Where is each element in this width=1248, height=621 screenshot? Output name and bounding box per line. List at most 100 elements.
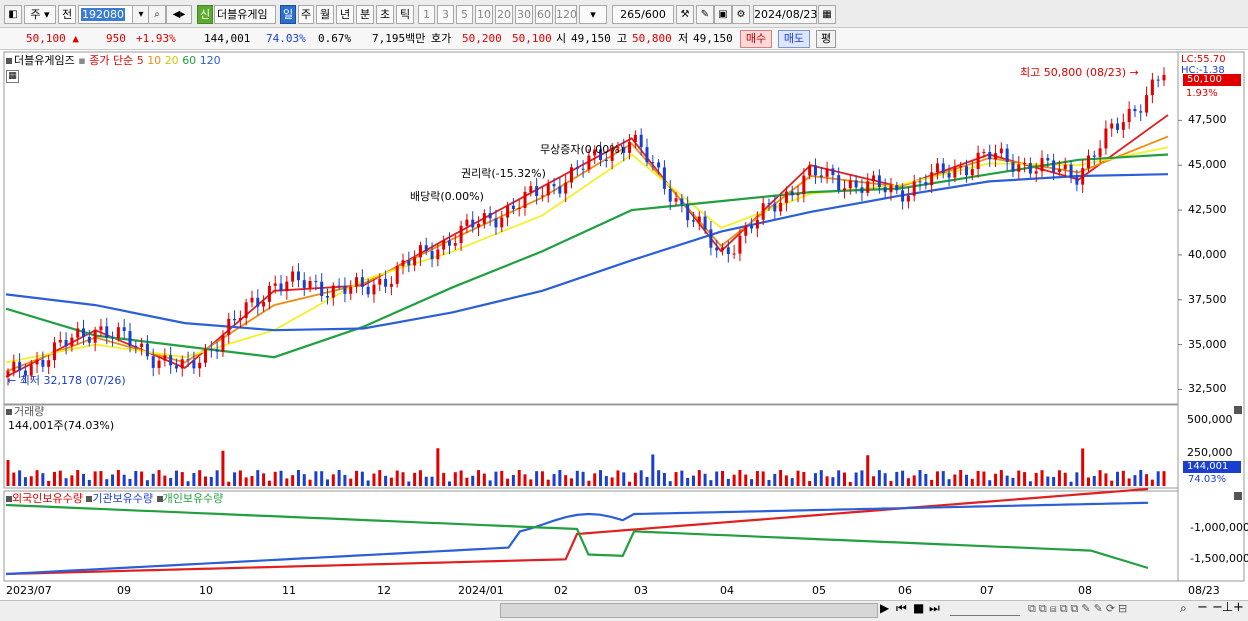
candle-body — [52, 342, 56, 361]
candle-body — [1017, 164, 1021, 172]
candle-body — [790, 191, 794, 196]
volume-bar — [296, 470, 300, 486]
new-listing-badge: 신 — [197, 5, 213, 24]
sell-button[interactable]: 매도 — [778, 30, 810, 48]
volume-ratio: 74.03% — [266, 32, 306, 45]
speaker-icon[interactable]: ◀▸ — [166, 5, 192, 24]
period-year-button[interactable]: 년 — [336, 5, 354, 24]
volume-bar — [401, 472, 405, 486]
stop-icon[interactable]: ■ — [913, 602, 924, 615]
candle-body — [442, 240, 446, 250]
volume-value-label: 144,001주(74.03%) — [8, 419, 115, 432]
volume-bar — [657, 470, 661, 486]
rewind-icon[interactable]: ⏮ — [896, 602, 907, 615]
zoom-in-icon[interactable]: + — [1233, 601, 1244, 614]
legend-ma5: 5 — [136, 54, 144, 67]
candle-body — [709, 229, 713, 248]
candle-body — [1081, 168, 1085, 185]
period-minute-button[interactable]: 분 — [356, 5, 374, 24]
candle-body — [1052, 160, 1056, 172]
legend-ma60: 60 — [182, 54, 197, 67]
candle-body — [779, 202, 783, 212]
interval-60-button[interactable]: 60 — [535, 5, 553, 24]
period-day-button[interactable]: 일 — [280, 5, 296, 24]
zoom-out-icon[interactable]: − — [1197, 601, 1208, 614]
volume-bar — [1156, 471, 1160, 486]
period-second-button[interactable]: 초 — [376, 5, 394, 24]
candle-body — [546, 184, 550, 196]
low-price: 49,150 — [693, 32, 733, 45]
volume-bar — [837, 470, 841, 486]
chart-tools-icon[interactable]: ⧉⧉⧈⧉⧉✎✎⟳⊟ — [1028, 602, 1130, 615]
candle-body — [1005, 148, 1009, 163]
scale-icon[interactable]: ⊥ — [1222, 601, 1233, 614]
save-icon[interactable]: ▣ — [714, 5, 732, 24]
close-pane-icon[interactable] — [1234, 492, 1242, 500]
stock-name-field[interactable]: 더블유게임 — [214, 5, 276, 24]
interval-custom-select[interactable]: ▾ — [579, 5, 607, 24]
candle-body — [918, 181, 922, 183]
fast-forward-icon[interactable]: ⏭ — [929, 602, 940, 615]
calendar-icon[interactable]: ▦ — [818, 5, 836, 24]
candle-body — [366, 286, 370, 295]
candle-body — [854, 180, 858, 188]
volume-bar — [70, 475, 74, 486]
volume-bar — [761, 471, 765, 486]
date-field[interactable]: 2024/08/23 — [753, 5, 817, 24]
interval-30-button[interactable]: 30 — [515, 5, 533, 24]
search-icon[interactable]: ⌕ — [148, 5, 166, 24]
data-count-field[interactable]: 265/600 — [612, 5, 674, 24]
volume-bar — [233, 472, 237, 486]
candle-body — [477, 223, 481, 228]
period-month-button[interactable]: 월 — [316, 5, 334, 24]
chart-menu-icon[interactable]: ◧ — [4, 5, 22, 24]
interval-1-button[interactable]: 1 — [418, 5, 435, 24]
volume-bar — [1023, 472, 1027, 486]
volume-tick-500k: 500,000 — [1187, 413, 1233, 426]
grid-toggle-icon[interactable]: ▦ — [6, 70, 19, 83]
interval-120-button[interactable]: 120 — [555, 5, 577, 24]
candle-body — [680, 198, 684, 205]
zoom-slider[interactable] — [950, 602, 1020, 616]
period-week-button[interactable]: 주 — [298, 5, 314, 24]
interval-10-button[interactable]: 10 — [475, 5, 493, 24]
interval-20-button[interactable]: 20 — [495, 5, 513, 24]
volume-bar — [872, 476, 876, 486]
interval-3-button[interactable]: 3 — [437, 5, 454, 24]
volume-bar — [82, 473, 86, 486]
candle-body — [76, 328, 80, 338]
stock-code-input[interactable]: 192080 — [78, 5, 138, 24]
indicator-icon[interactable]: ⚒ — [676, 5, 694, 24]
close-pane-icon[interactable] — [1234, 406, 1242, 414]
compare-button[interactable]: 전 — [58, 5, 76, 24]
candle-body — [901, 190, 905, 202]
candle-body — [1046, 158, 1050, 161]
period-select[interactable]: 주 ▾ — [24, 5, 56, 24]
candle-body — [1104, 128, 1108, 149]
volume-bar — [767, 479, 771, 486]
eval-button[interactable]: 평 — [816, 30, 836, 48]
scrollbar-thumb[interactable] — [500, 603, 878, 618]
candle-body — [163, 355, 167, 361]
zoom-search-icon[interactable]: ⌕ — [1180, 602, 1187, 615]
volume-bar — [523, 474, 527, 486]
buy-button[interactable]: 매수 — [740, 30, 772, 48]
candle-body — [395, 266, 399, 284]
candle-body — [848, 180, 852, 189]
interval-5-button[interactable]: 5 — [456, 5, 473, 24]
scroll-right-icon[interactable]: ▶ — [880, 602, 889, 615]
volume-bar — [447, 481, 451, 486]
volume-bar — [575, 470, 579, 486]
candle-body — [784, 191, 788, 203]
stock-chart[interactable] — [0, 50, 1248, 621]
candle-body — [639, 134, 643, 148]
volume-bar — [912, 475, 916, 486]
candle-body — [436, 249, 440, 260]
volume-bar — [140, 471, 144, 486]
candle-body — [802, 175, 806, 195]
price-tick-1: 45,000 — [1188, 158, 1227, 172]
candle-body — [738, 235, 742, 254]
draw-tool-icon[interactable]: ✎ — [696, 5, 714, 24]
settings-gear-icon[interactable]: ⚙ — [732, 5, 750, 24]
period-tick-button[interactable]: 틱 — [396, 5, 414, 24]
